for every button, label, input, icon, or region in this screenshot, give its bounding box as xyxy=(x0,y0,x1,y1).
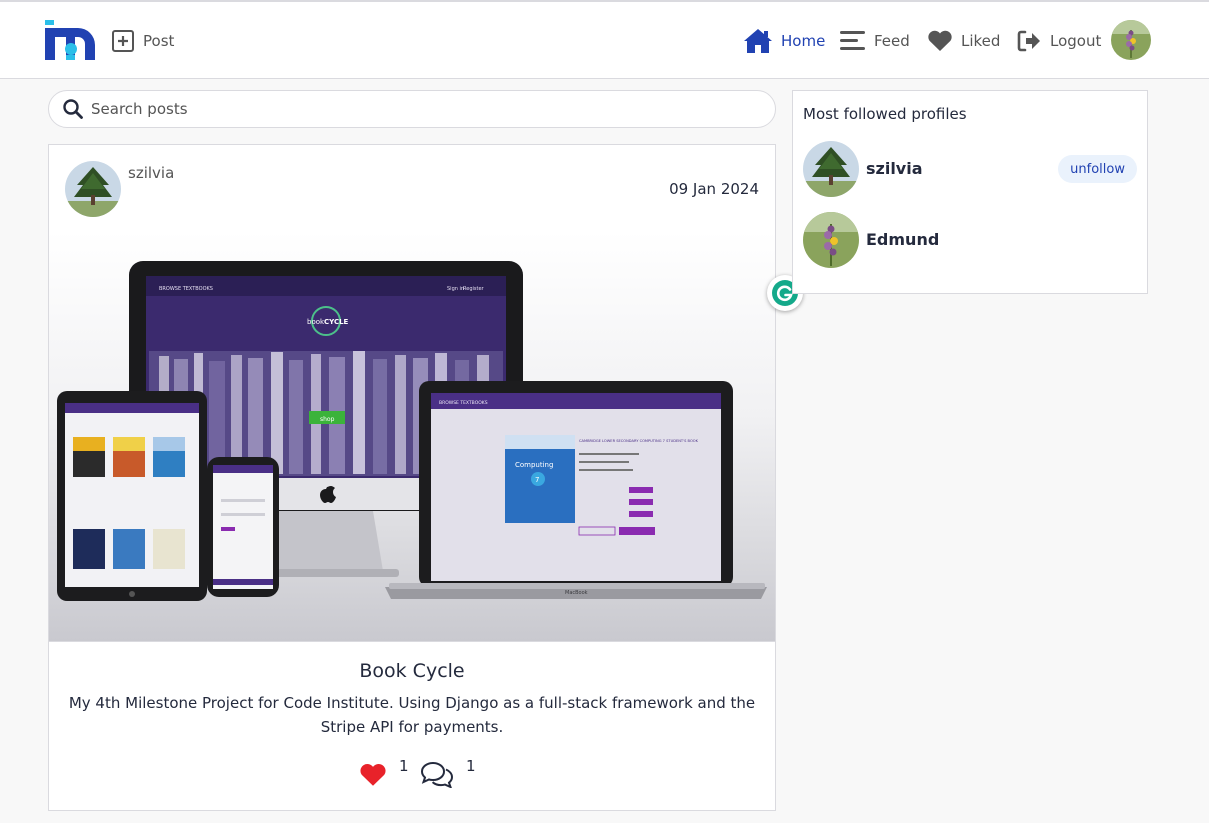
profile-name[interactable]: szilvia xyxy=(866,159,923,178)
post-owner-name[interactable]: szilvia xyxy=(128,164,174,182)
nav-liked-label: Liked xyxy=(961,32,1001,50)
nav-post-link[interactable]: Post xyxy=(111,24,174,58)
site-logo-cycle: CYCLE xyxy=(324,318,349,326)
nav-profile-avatar[interactable] xyxy=(1111,20,1151,60)
nav-home-link[interactable]: Home xyxy=(743,24,825,58)
post-date: 09 Jan 2024 xyxy=(669,180,759,198)
heart-icon xyxy=(928,30,952,51)
most-followed-profiles: Most followed profiles szilvia unfollow xyxy=(792,90,1148,294)
logout-icon xyxy=(1017,30,1040,52)
comments-count: 1 xyxy=(466,757,476,775)
comments-button[interactable] xyxy=(420,760,454,792)
site-logo-book: book xyxy=(307,318,325,326)
search-bar xyxy=(48,90,776,128)
site-register-text: Register xyxy=(463,286,485,292)
like-button[interactable] xyxy=(359,763,387,791)
likes-count: 1 xyxy=(399,757,409,775)
post-content: My 4th Milestone Project for Code Instit… xyxy=(68,694,756,736)
nav-feed-link[interactable]: Feed xyxy=(840,24,910,58)
profiles-title: Most followed profiles xyxy=(803,105,967,123)
nav-logout-label: Logout xyxy=(1050,32,1102,50)
post-title: Book Cycle xyxy=(359,660,465,682)
post-card: szilvia 09 Jan 2024 BROWSE TEXTBOOKS Sig… xyxy=(48,144,776,811)
post-owner-avatar[interactable] xyxy=(65,161,121,217)
laptop-brand-text: MacBook xyxy=(565,590,588,596)
book-title-text: CAMBRIDGE LOWER SECONDARY COMPUTING 7 ST… xyxy=(579,439,699,443)
site-logo[interactable] xyxy=(45,20,97,62)
plus-square-icon xyxy=(112,30,134,52)
profile-row: szilvia unfollow xyxy=(803,141,1139,197)
heart-icon xyxy=(360,763,386,786)
search-input[interactable] xyxy=(91,100,731,118)
profile-name[interactable]: Edmund xyxy=(866,230,939,249)
search-icon xyxy=(63,99,83,119)
nav-home-label: Home xyxy=(781,32,826,50)
laptop-browse-text: BROWSE TEXTBOOKS xyxy=(439,400,488,406)
comments-icon xyxy=(420,761,454,789)
book-cover-computing: Computing xyxy=(515,461,553,469)
post-image[interactable]: BROWSE TEXTBOOKS Sign in Register book C… xyxy=(49,231,775,642)
site-shop-button: shop xyxy=(320,416,335,423)
site-signin-text: Sign in xyxy=(447,286,464,292)
nav-post-label: Post xyxy=(143,32,175,50)
site-browse-text: BROWSE TEXTBOOKS xyxy=(159,286,213,292)
post-actions: 1 1 xyxy=(49,755,775,789)
nav-liked-link[interactable]: Liked xyxy=(927,24,1000,58)
profile-row: Edmund xyxy=(803,212,1139,268)
profile-avatar[interactable] xyxy=(803,141,859,197)
unfollow-button[interactable]: unfollow xyxy=(1058,155,1137,183)
navbar: Post Home Feed Liked Logout xyxy=(0,2,1209,79)
nav-logout-link[interactable]: Logout xyxy=(1016,24,1101,58)
book-cover-seven: 7 xyxy=(535,476,539,484)
nav-feed-label: Feed xyxy=(874,32,910,50)
bars-icon xyxy=(840,31,865,50)
profile-avatar[interactable] xyxy=(803,212,859,268)
home-icon xyxy=(744,29,772,53)
